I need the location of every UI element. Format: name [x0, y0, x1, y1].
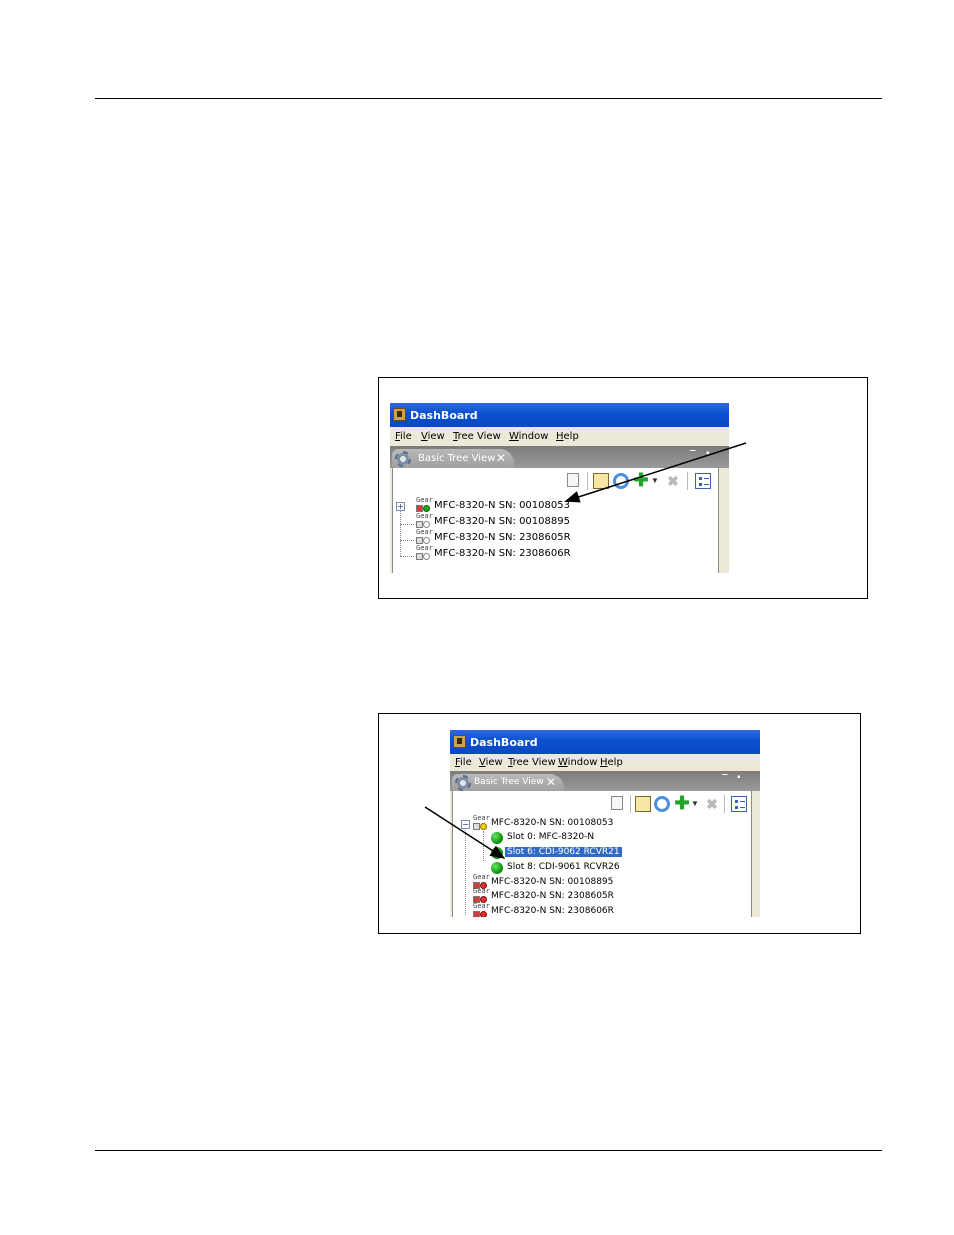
footer-rule: [95, 1150, 882, 1151]
figure-1-frame: DashBoard File View Tree View Window Hel…: [378, 377, 868, 599]
callout-arrow: [564, 442, 747, 503]
figure-2-frame: DashBoard File View Tree View Window Hel…: [378, 713, 861, 934]
header-rule: [95, 98, 882, 99]
callout-arrow: [424, 806, 506, 859]
